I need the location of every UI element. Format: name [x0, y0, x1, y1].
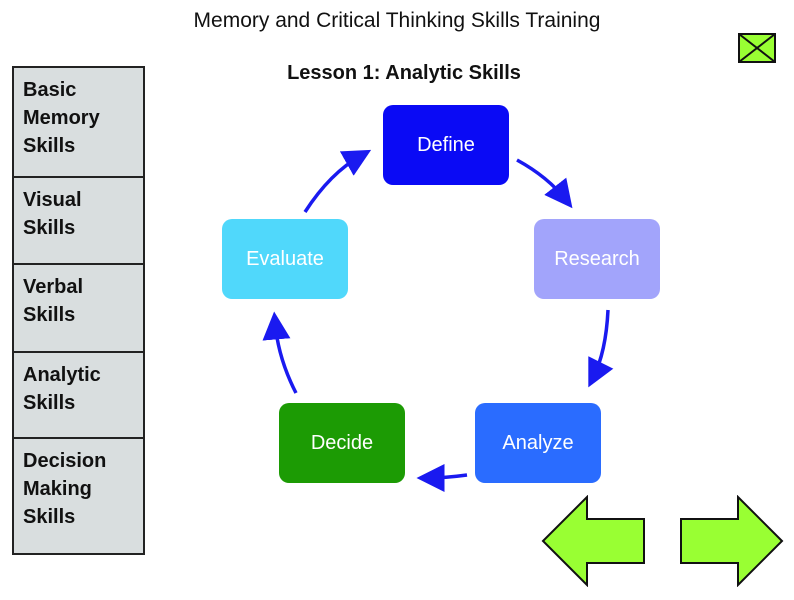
step-label: Evaluate	[246, 247, 324, 270]
back-button[interactable]	[541, 495, 647, 587]
step-research[interactable]: Research	[534, 219, 660, 299]
sidebar-item-visual-skills[interactable]: Visual Skills	[14, 178, 143, 265]
app-title: Memory and Critical Thinking Skills Trai…	[193, 9, 601, 32]
close-button[interactable]	[738, 33, 776, 63]
sidebar-item-label: Analytic Skills	[23, 364, 101, 414]
sidebar-item-verbal-skills[interactable]: Verbal Skills	[14, 265, 143, 353]
sidebar-item-label: Visual Skills	[23, 189, 82, 239]
arrow-left-icon	[541, 495, 645, 587]
step-evaluate[interactable]: Evaluate	[222, 219, 348, 299]
step-define[interactable]: Define	[383, 105, 509, 185]
sidebar-item-label: Basic Memory Skills	[23, 79, 100, 157]
step-label: Define	[417, 133, 475, 156]
sidebar-item-label: Verbal Skills	[23, 276, 84, 326]
sidebar-item-label: Decision Making Skills	[23, 450, 107, 528]
step-analyze[interactable]: Analyze	[475, 403, 601, 483]
sidebar-item-analytic-skills[interactable]: Analytic Skills	[14, 353, 143, 439]
step-decide[interactable]: Decide	[279, 403, 405, 483]
arrow-analyze-to-decide	[416, 463, 468, 492]
sidebar-item-basic-memory-skills[interactable]: Basic Memory Skills	[14, 68, 143, 178]
arrow-research-to-analyze	[588, 309, 614, 388]
arrow-right-icon	[680, 495, 784, 587]
step-label: Analyze	[502, 431, 574, 454]
close-x-icon	[738, 33, 776, 63]
arrow-define-to-research	[516, 158, 573, 209]
arrow-decide-to-evaluate	[262, 311, 298, 394]
step-label: Research	[554, 247, 640, 270]
lesson-title: Lesson 1: Analytic Skills	[287, 62, 521, 84]
step-label: Decide	[310, 431, 374, 454]
arrow-evaluate-to-define	[303, 149, 372, 213]
sidebar-item-decision-making-skills[interactable]: Decision Making Skills	[14, 439, 143, 553]
next-button[interactable]	[678, 495, 784, 587]
sidebar: Basic Memory Skills Visual Skills Verbal…	[12, 66, 145, 555]
